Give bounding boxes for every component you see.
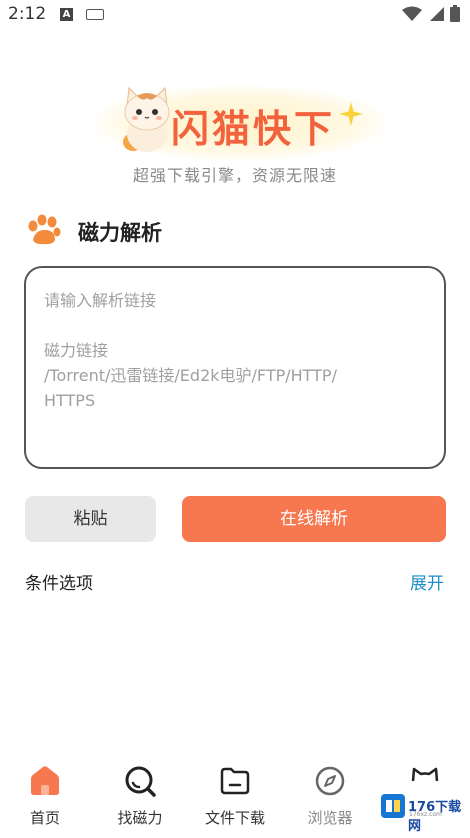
link-input-hint: 磁力链接 /Torrent/迅雷链接/Ed2k电驴/FTP/HTTP/ HTTP… (44, 341, 337, 410)
link-input-textarea[interactable]: 请输入解析链接 磁力链接 /Torrent/迅雷链接/Ed2k电驴/FTP/HT… (24, 266, 446, 469)
paste-button[interactable]: 粘贴 (25, 496, 156, 542)
link-input-placeholder: 请输入解析链接 (44, 291, 157, 310)
folder-icon (220, 767, 250, 795)
nav-item-file-download[interactable]: 文件下载 (190, 755, 280, 838)
section-title: 磁力解析 (78, 221, 162, 245)
app-logo-banner: 闪猫快下 (75, 82, 395, 162)
expand-options-link[interactable]: 展开 (410, 569, 444, 594)
home-icon (31, 766, 59, 795)
app-title: 闪猫快下 (171, 107, 336, 151)
keyboard-icon (86, 9, 104, 20)
nav-label-home: 首页 (29, 809, 60, 827)
status-bar: 2:12 A (0, 0, 470, 30)
online-parse-button[interactable]: 在线解析 (182, 496, 446, 542)
compass-icon (315, 766, 345, 796)
nav-label-browser: 浏览器 (307, 809, 353, 827)
notification-a-icon: A (60, 8, 73, 21)
sparkle-icon (339, 102, 363, 126)
paw-icon (28, 214, 61, 245)
search-icon (125, 766, 156, 797)
watermark-logo-icon (381, 794, 405, 818)
app-subtitle: 超强下载引擎，资源无限速 (132, 166, 337, 185)
watermark-subtext: 176xz.com (409, 811, 442, 818)
nav-item-browser[interactable]: 浏览器 (285, 755, 375, 838)
site-watermark: 176下载网 176xz.com (378, 792, 468, 834)
nav-item-home[interactable]: 首页 (0, 755, 90, 838)
wifi-icon (402, 6, 422, 21)
nav-label-find-magnet: 找磁力 (117, 809, 163, 827)
nav-label-file-download: 文件下载 (204, 809, 265, 827)
battery-icon (450, 5, 460, 22)
filter-options-label: 条件选项 (25, 574, 93, 594)
cat-mascot-icon (123, 86, 170, 152)
status-time: 2:12 (8, 4, 47, 24)
signal-icon (430, 6, 444, 21)
nav-item-find-magnet[interactable]: 找磁力 (95, 755, 185, 838)
